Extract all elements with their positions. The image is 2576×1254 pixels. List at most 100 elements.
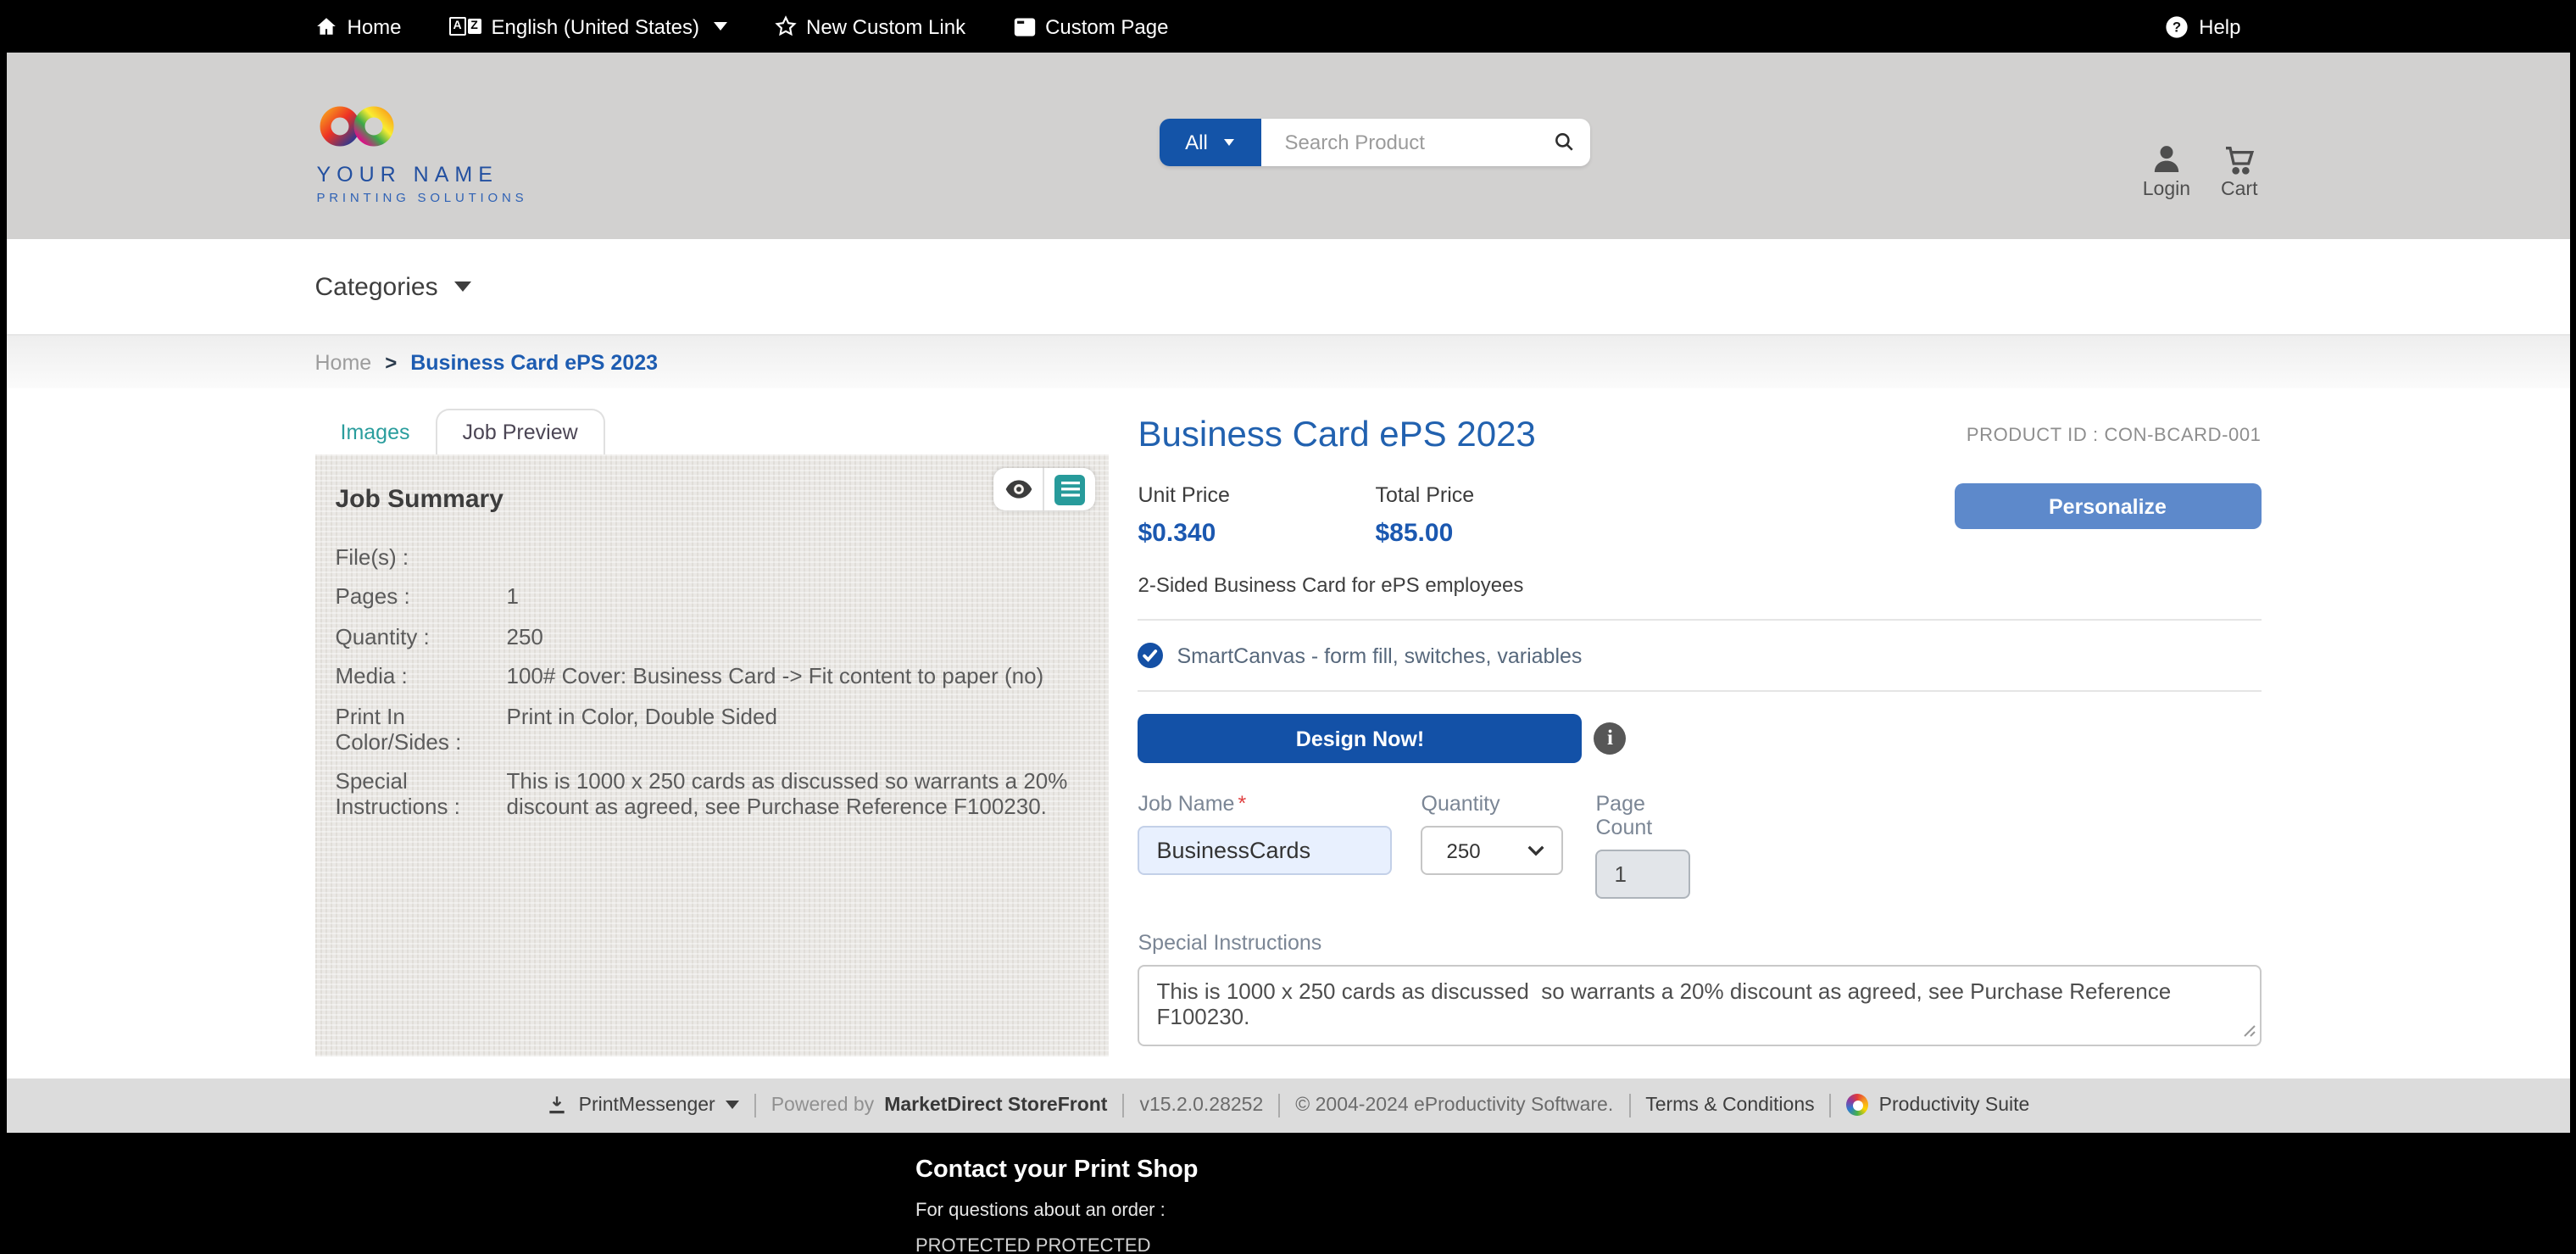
print-messenger-label: PrintMessenger bbox=[579, 1095, 715, 1115]
quantity-label: Quantity bbox=[1422, 792, 1564, 816]
required-asterisk: * bbox=[1238, 792, 1246, 816]
infinity-logo-icon bbox=[317, 103, 397, 149]
total-price-value: $85.00 bbox=[1376, 519, 1613, 548]
powered-by: Powered by MarketDirect StoreFront bbox=[771, 1095, 1108, 1115]
terms-link[interactable]: Terms & Conditions bbox=[1645, 1095, 1814, 1115]
product-id: PRODUCT ID : CON-BCARD-001 bbox=[1967, 426, 2262, 446]
productivity-suite-link[interactable]: Productivity Suite bbox=[1847, 1094, 2030, 1116]
nav-new-custom-link-label: New Custom Link bbox=[806, 14, 965, 38]
total-price-label: Total Price bbox=[1376, 483, 1613, 507]
chevron-down-icon bbox=[726, 1101, 739, 1109]
breadcrumb-bar: Home > Business Card ePS 2023 bbox=[7, 334, 2569, 388]
translate-icon: AZ bbox=[449, 17, 481, 36]
download-icon bbox=[547, 1094, 569, 1116]
preview-eye-button[interactable] bbox=[993, 468, 1045, 510]
productivity-suite-icon bbox=[1847, 1094, 1869, 1116]
summary-row-pages: Pages : 1 bbox=[336, 583, 1088, 610]
logo-subtitle: PRINTING SOLUTIONS bbox=[317, 190, 528, 205]
store-logo[interactable]: YOUR NAME PRINTING SOLUTIONS bbox=[317, 103, 528, 205]
divider bbox=[1628, 1093, 1630, 1117]
smartcanvas-option[interactable]: SmartCanvas - form fill, switches, varia… bbox=[1138, 643, 2262, 668]
search-input[interactable] bbox=[1282, 129, 1560, 156]
print-messenger-dropdown[interactable]: PrintMessenger bbox=[547, 1094, 739, 1116]
divider bbox=[1138, 619, 2262, 621]
breadcrumb: Home > Business Card ePS 2023 bbox=[315, 350, 2262, 374]
page-icon bbox=[1013, 16, 1035, 36]
breadcrumb-home-link[interactable]: Home bbox=[315, 350, 372, 374]
tab-images[interactable]: Images bbox=[315, 410, 436, 454]
summary-row-files: File(s) : bbox=[336, 544, 1088, 570]
cart-icon bbox=[2222, 142, 2257, 176]
storefront-name: MarketDirect StoreFront bbox=[884, 1095, 1107, 1115]
browser-window: Home AZ English (United States) New Cust… bbox=[0, 0, 2576, 1254]
resize-handle-icon[interactable] bbox=[2243, 1016, 2256, 1046]
design-now-button[interactable]: Design Now! bbox=[1138, 714, 1583, 763]
divider bbox=[1278, 1093, 1280, 1117]
check-circle-icon bbox=[1138, 643, 1164, 668]
account-area: Login Cart bbox=[2143, 142, 2258, 200]
divider bbox=[1122, 1093, 1124, 1117]
contact-title: Contact your Print Shop bbox=[915, 1156, 2576, 1183]
search-group: All bbox=[1160, 119, 1590, 166]
nav-home-label: Home bbox=[348, 14, 402, 38]
cart-button[interactable]: Cart bbox=[2221, 142, 2257, 200]
smartcanvas-label: SmartCanvas - form fill, switches, varia… bbox=[1177, 644, 1583, 667]
nav-help[interactable]: ? Help bbox=[2165, 14, 2240, 38]
version-label: v15.2.0.28252 bbox=[1139, 1095, 1263, 1115]
search-filter-label: All bbox=[1185, 131, 1208, 154]
quantity-select[interactable]: 250 bbox=[1422, 826, 1564, 875]
nav-new-custom-link[interactable]: New Custom Link bbox=[774, 14, 965, 38]
copyright-label: © 2004-2024 eProductivity Software. bbox=[1295, 1095, 1613, 1115]
nav-custom-page[interactable]: Custom Page bbox=[1013, 14, 1168, 38]
chevron-down-icon bbox=[713, 22, 726, 31]
special-instructions-textarea[interactable]: This is 1000 x 250 cards as discussed so… bbox=[1138, 965, 2262, 1046]
tab-job-preview[interactable]: Job Preview bbox=[436, 409, 605, 454]
unit-price-block: Unit Price $0.340 bbox=[1138, 483, 1376, 548]
summary-list-button[interactable] bbox=[1045, 468, 1095, 510]
job-summary-panel: Job Summary File(s) : Pages : 1 Quantity… bbox=[315, 454, 1109, 1056]
svg-text:?: ? bbox=[2173, 19, 2181, 35]
help-icon: ? bbox=[2165, 14, 2189, 38]
preview-column: Images Job Preview bbox=[315, 409, 1109, 1056]
chevron-down-icon bbox=[455, 281, 472, 292]
main-content: Images Job Preview bbox=[7, 388, 2569, 1078]
eye-icon bbox=[1004, 480, 1032, 499]
personalize-button[interactable]: Personalize bbox=[1955, 483, 2262, 529]
search-filter-dropdown[interactable]: All bbox=[1160, 119, 1261, 166]
product-description: 2-Sided Business Card for ePS employees bbox=[1138, 573, 2262, 597]
home-icon bbox=[315, 15, 337, 37]
login-button[interactable]: Login bbox=[2143, 142, 2190, 200]
nav-custom-page-label: Custom Page bbox=[1045, 14, 1168, 38]
summary-row-special-instructions: Special Instructions : This is 1000 x 25… bbox=[336, 768, 1088, 821]
unit-price-value: $0.340 bbox=[1138, 519, 1376, 548]
page-title: Business Card ePS 2023 bbox=[1138, 415, 1536, 456]
list-icon bbox=[1054, 474, 1085, 504]
cart-label: Cart bbox=[2221, 180, 2257, 200]
summary-row-media: Media : 100# Cover: Business Card -> Fit… bbox=[336, 663, 1088, 689]
login-label: Login bbox=[2143, 180, 2190, 200]
page: Home AZ English (United States) New Cust… bbox=[0, 0, 2576, 1254]
nav-help-label: Help bbox=[2199, 14, 2240, 38]
categories-label: Categories bbox=[315, 272, 438, 301]
nav-language-dropdown[interactable]: AZ English (United States) bbox=[449, 14, 726, 38]
job-summary-title: Job Summary bbox=[336, 485, 1088, 514]
info-icon[interactable]: i bbox=[1594, 722, 1627, 755]
categories-menu[interactable]: Categories bbox=[315, 272, 2262, 301]
search-icon[interactable] bbox=[1553, 131, 1575, 161]
divider bbox=[754, 1093, 756, 1117]
job-name-label: Job Name* bbox=[1138, 792, 1393, 816]
chevron-down-icon bbox=[1528, 844, 1545, 856]
special-instructions-label: Special Instructions bbox=[1138, 931, 2262, 955]
total-price-block: Total Price $85.00 bbox=[1376, 483, 1613, 548]
powered-bar: PrintMessenger Powered by MarketDirect S… bbox=[7, 1078, 2569, 1132]
star-icon bbox=[774, 15, 796, 37]
nav-home[interactable]: Home bbox=[315, 14, 402, 38]
breadcrumb-current[interactable]: Business Card ePS 2023 bbox=[410, 350, 658, 374]
nav-language-label: English (United States) bbox=[492, 14, 699, 38]
contact-line2: PROTECTED PROTECTED bbox=[915, 1235, 2576, 1254]
job-name-input[interactable] bbox=[1138, 826, 1393, 875]
user-icon bbox=[2150, 142, 2184, 176]
product-column: Business Card ePS 2023 PRODUCT ID : CON-… bbox=[1138, 409, 2262, 1056]
summary-row-quantity: Quantity : 250 bbox=[336, 623, 1088, 649]
preview-tabs: Images Job Preview bbox=[315, 409, 1109, 454]
